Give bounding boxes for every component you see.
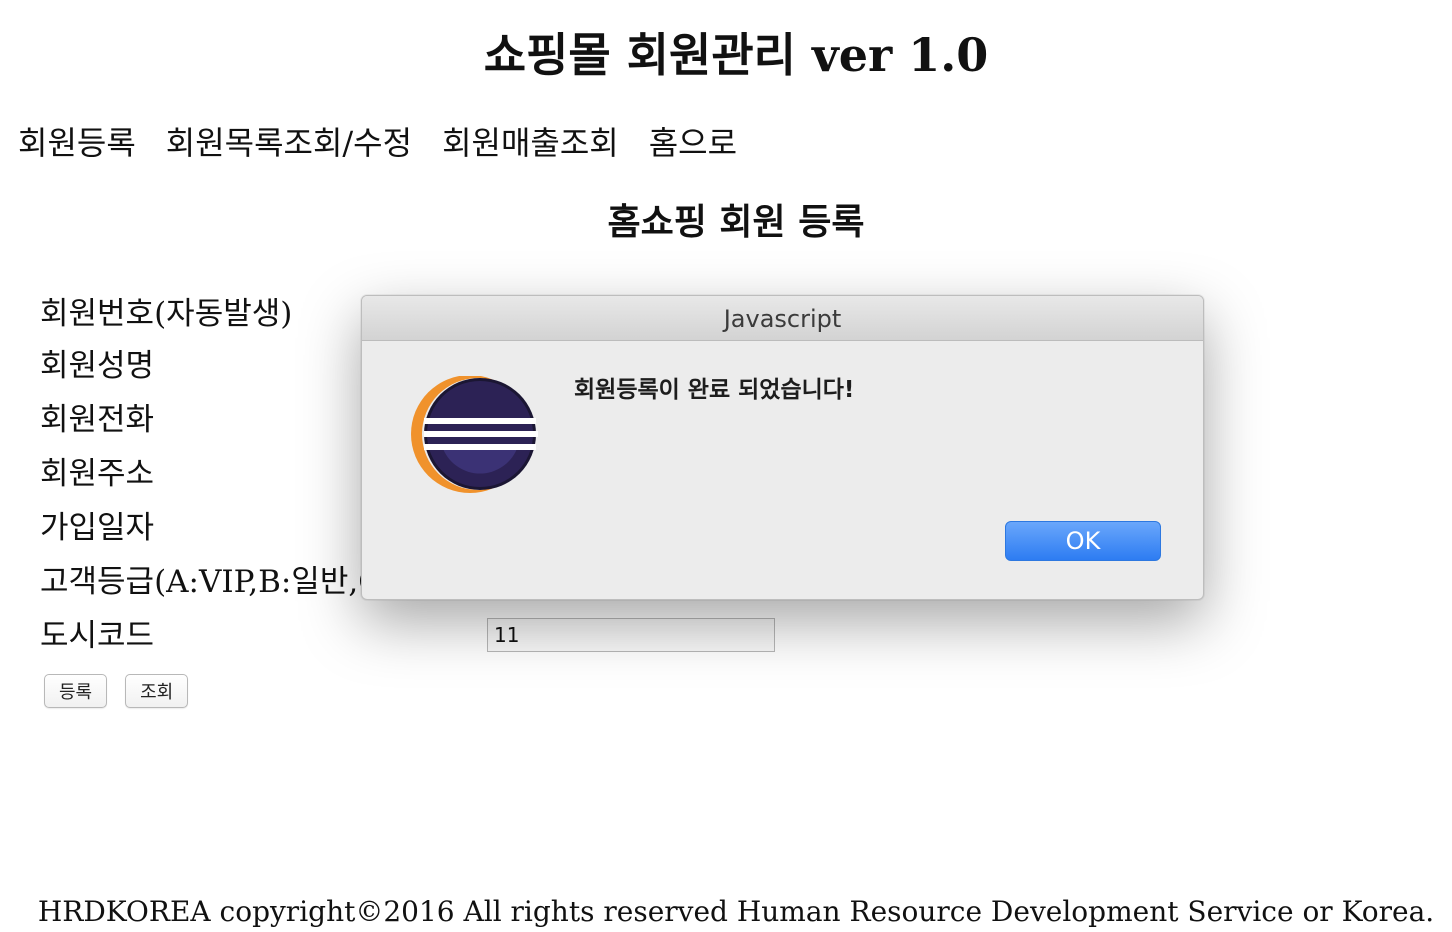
alert-dialog: Javascript 회원등록이 완료 되었습니다! OK [361,295,1204,600]
footer-copyright: HRDKOREA copyright©2016 All rights reser… [37,895,1435,928]
member-no-label: 회원번호(자동발생) [40,296,293,332]
dialog-message: 회원등록이 완료 되었습니다! [574,377,855,403]
page-title: 쇼핑몰 회원관리 ver 1.0 [483,28,989,82]
member-name-label: 회원성명 [40,348,155,384]
lookup-button[interactable]: 조회 [125,674,189,708]
dialog-titlebar[interactable]: Javascript [362,296,1203,341]
nav-item-member-register[interactable]: 회원등록 [18,122,136,164]
main-nav: 회원등록 회원목록조회/수정 회원매출조회 홈으로 [18,122,767,164]
eclipse-icon [408,375,540,496]
register-button[interactable]: 등록 [44,674,108,708]
city-code-label: 도시코드 [40,618,155,654]
join-date-label: 가입일자 [40,510,155,546]
nav-item-home[interactable]: 홈으로 [649,122,737,164]
form-buttons: 등록 조회 [44,674,189,708]
nav-item-member-list[interactable]: 회원목록조회/수정 [166,122,412,164]
member-phone-label: 회원전화 [40,402,155,438]
member-address-label: 회원주소 [40,456,155,492]
page: 쇼핑몰 회원관리 ver 1.0 회원등록 회원목록조회/수정 회원매출조회 홈… [0,0,1452,932]
nav-item-member-sales[interactable]: 회원매출조회 [442,122,619,164]
form-row-city-code: 도시코드 [40,610,800,662]
ok-button[interactable]: OK [1005,521,1161,561]
city-code-input[interactable] [487,618,775,652]
form-title: 홈쇼핑 회원 등록 [607,201,865,243]
